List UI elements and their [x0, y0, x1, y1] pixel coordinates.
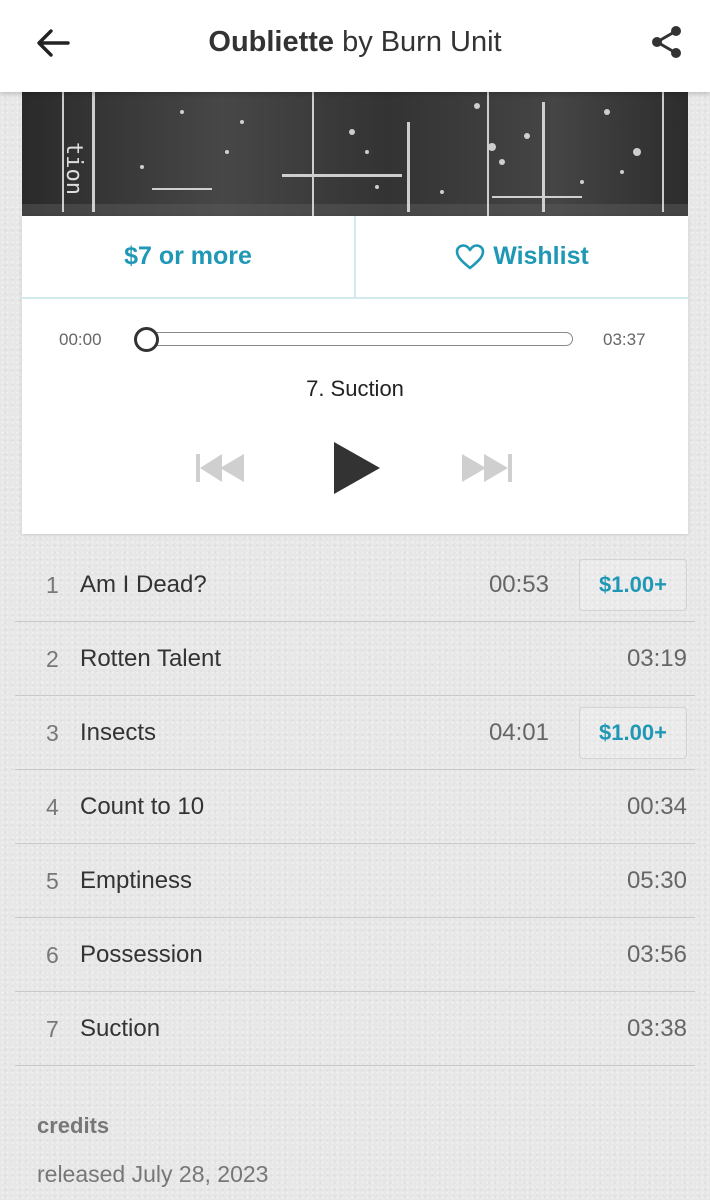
album-cover-lettering: tion [61, 142, 86, 195]
skip-next-icon [462, 454, 512, 482]
track-duration: 03:19 [626, 645, 687, 672]
buy-album-button[interactable]: $7 or more [22, 216, 356, 297]
back-arrow-icon [37, 29, 70, 57]
play-icon [334, 442, 380, 494]
now-playing-title: 7. Suction [306, 376, 404, 401]
track-row[interactable]: 6 Possession 03:56 [15, 918, 695, 992]
total-time: 03:37 [603, 330, 646, 349]
app-header: Oubliette by Burn Unit [0, 0, 710, 92]
album-title: Oubliette [208, 25, 335, 58]
track-row[interactable]: 2 Rotten Talent 03:19 [15, 622, 695, 696]
track-title[interactable]: Suction [80, 992, 160, 1066]
buy-track-button[interactable]: $1.00+ [579, 559, 687, 611]
track-row[interactable]: 7 Suction 03:38 [15, 992, 695, 1066]
track-number: 7 [46, 1015, 59, 1042]
track-row[interactable]: 4 Count to 10 00:34 [15, 770, 695, 844]
track-title[interactable]: Possession [80, 918, 203, 992]
track-number: 6 [46, 941, 59, 968]
progress-knob[interactable] [134, 327, 159, 352]
album-cover-image: tion [22, 92, 688, 216]
track-title[interactable]: Am I Dead? [80, 548, 207, 622]
buy-track-button[interactable]: $1.00+ [579, 707, 687, 759]
track-title[interactable]: Count to 10 [80, 770, 204, 844]
track-number: 2 [46, 645, 59, 672]
share-icon [652, 26, 681, 58]
wishlist-label: Wishlist [493, 242, 589, 270]
buy-price-label: $7 or more [124, 242, 252, 270]
share-button[interactable] [640, 16, 692, 68]
heart-outline-icon [455, 243, 485, 269]
skip-previous-icon [196, 454, 244, 482]
track-number: 1 [46, 571, 59, 598]
track-row[interactable]: 1 Am I Dead? 00:53 $1.00+ [15, 548, 695, 622]
by-word: by [342, 25, 373, 58]
wishlist-button[interactable]: Wishlist [356, 216, 688, 297]
svg-text:tion: tion [61, 142, 86, 195]
album-cover[interactable]: tion [22, 92, 688, 216]
track-duration: 00:34 [626, 793, 687, 820]
artist-name[interactable]: Burn Unit [381, 26, 502, 59]
track-duration: 04:01 [488, 719, 549, 746]
track-number: 5 [46, 867, 59, 894]
track-duration: 05:30 [626, 867, 687, 894]
track-duration: 03:38 [626, 1015, 687, 1042]
previous-track-button[interactable] [192, 448, 250, 488]
current-time: 00:00 [59, 330, 102, 349]
release-date: released July 28, 2023 [37, 1161, 269, 1187]
progress-bar[interactable] [138, 332, 573, 346]
track-title[interactable]: Emptiness [80, 844, 192, 918]
credits-heading: credits [37, 1113, 110, 1138]
track-row[interactable]: 3 Insects 04:01 $1.00+ [15, 696, 695, 770]
back-button[interactable] [28, 18, 78, 68]
track-list: 1 Am I Dead? 00:53 $1.00+ 2 Rotten Talen… [15, 548, 695, 1066]
track-row[interactable]: 5 Emptiness 05:30 [15, 844, 695, 918]
page-title: Oubliette by Burn Unit [90, 0, 620, 84]
track-duration: 00:53 [488, 571, 549, 598]
track-duration: 03:56 [626, 941, 687, 968]
track-number: 3 [46, 719, 59, 746]
track-title[interactable]: Rotten Talent [80, 622, 221, 696]
next-track-button[interactable] [458, 448, 516, 488]
play-button[interactable] [328, 436, 386, 500]
track-number: 4 [46, 793, 59, 820]
track-title[interactable]: Insects [80, 696, 156, 770]
buy-row: $7 or more Wishlist [22, 216, 688, 299]
